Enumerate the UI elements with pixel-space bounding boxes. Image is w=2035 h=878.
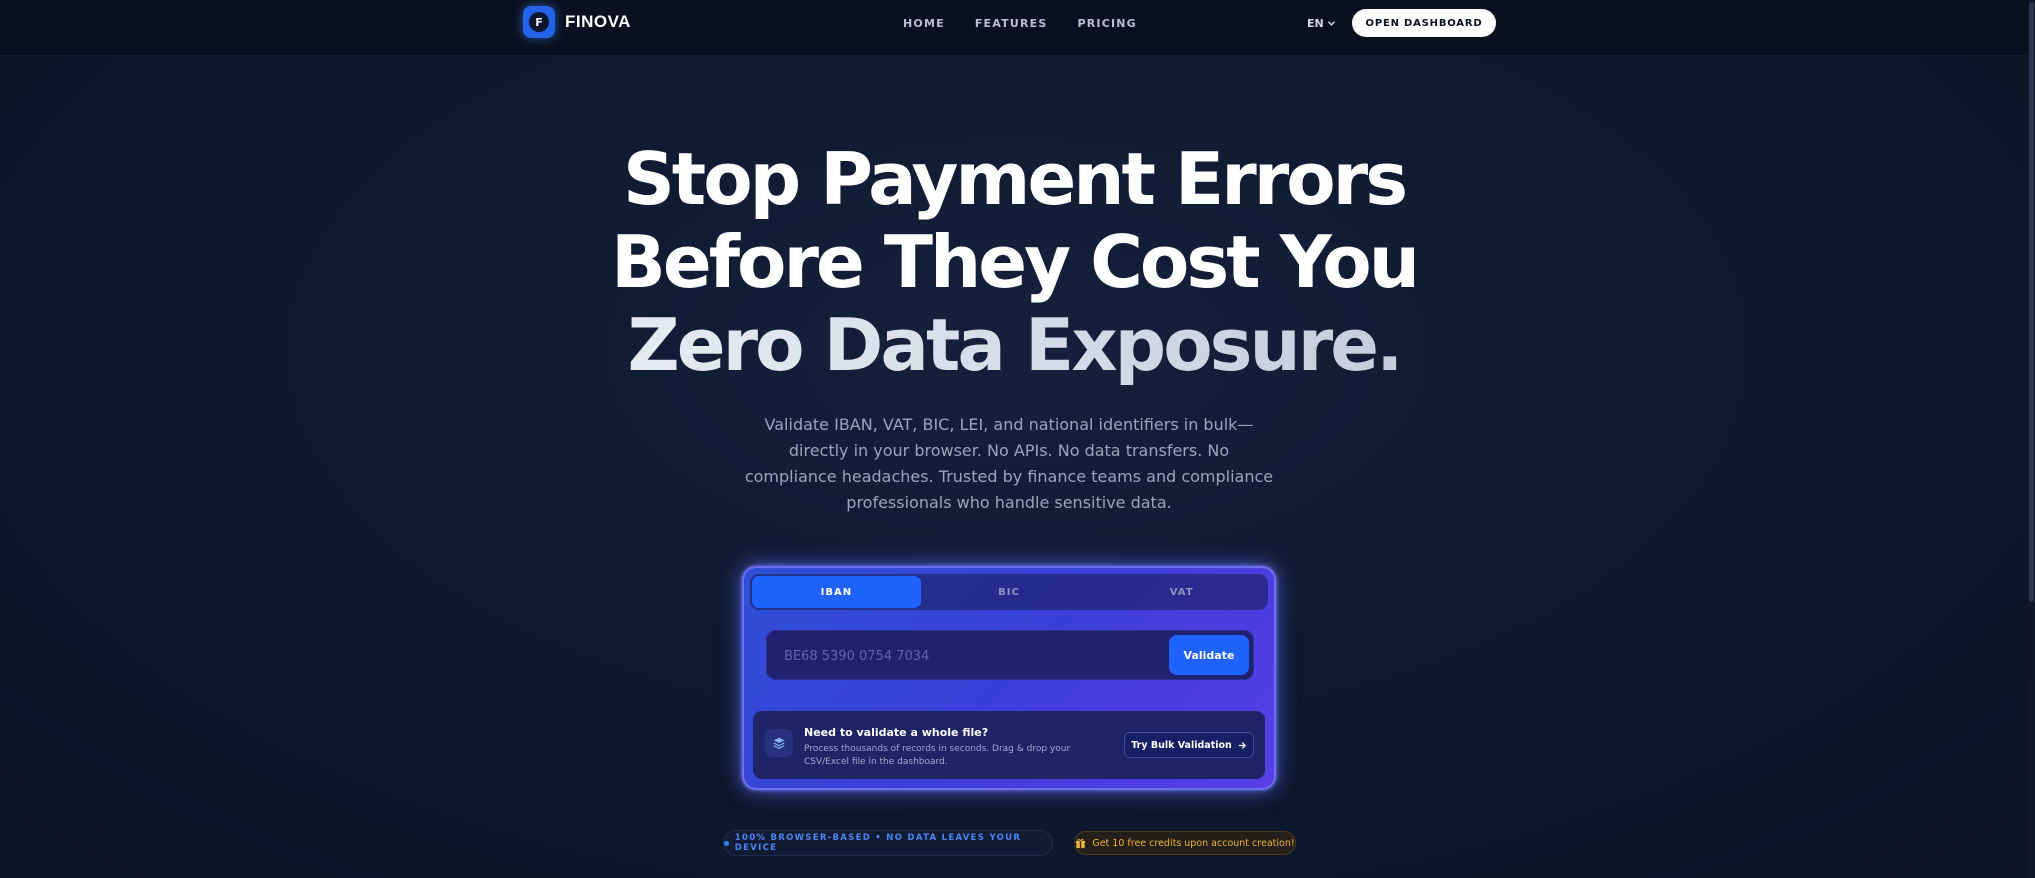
chevron-down-icon: [1327, 21, 1335, 26]
iban-input-wrapper: Validate: [766, 630, 1254, 680]
tab-vat[interactable]: VAT: [1097, 576, 1266, 608]
page-scrollbar[interactable]: [2028, 0, 2035, 878]
hero-title-line-2: Before They Cost You: [610, 220, 1420, 304]
nav-links: HOME FEATURES PRICING: [903, 17, 1137, 30]
nav-link-home[interactable]: HOME: [903, 17, 945, 30]
hero-title: Stop Payment Errors Before They Cost You…: [0, 138, 2028, 387]
top-navbar: F FINOVA HOME FEATURES PRICING EN OPEN D…: [0, 0, 2028, 56]
language-selector[interactable]: EN: [1307, 17, 1336, 30]
language-label: EN: [1307, 17, 1324, 30]
try-bulk-validation-button[interactable]: Try Bulk Validation: [1124, 732, 1254, 758]
open-dashboard-button[interactable]: OPEN DASHBOARD: [1352, 9, 1496, 37]
brand-logo[interactable]: F FINOVA: [523, 6, 631, 38]
logo-icon: F: [523, 6, 555, 38]
brand-name: FINOVA: [565, 12, 631, 31]
iban-input[interactable]: [782, 640, 1146, 672]
hero-subtitle: Validate IBAN, VAT, BIC, LEI, and nation…: [744, 415, 1274, 512]
nav-link-features[interactable]: FEATURES: [975, 17, 1048, 30]
bulk-validation-panel: Need to validate a whole file? Process t…: [753, 711, 1265, 779]
layers-icon: [765, 729, 793, 757]
gift-icon: [1076, 838, 1086, 848]
status-dot-icon: [724, 840, 729, 846]
credits-badge-text: Get 10 free credits upon account creatio…: [1092, 837, 1295, 849]
validator-card: IBAN BIC VAT Validate Need to validate a…: [742, 566, 1276, 790]
nav-link-pricing[interactable]: PRICING: [1077, 17, 1136, 30]
tab-iban[interactable]: IBAN: [752, 576, 921, 608]
hero-title-line-1: Stop Payment Errors: [622, 137, 1408, 221]
tab-bic[interactable]: BIC: [925, 576, 1094, 608]
arrow-right-icon: [1238, 741, 1246, 749]
bulk-title: Need to validate a whole file?: [804, 726, 989, 739]
hero-title-line-3: Zero Data Exposure.: [0, 304, 2028, 387]
bulk-description: Process thousands of records in seconds.…: [804, 744, 1071, 767]
bulk-button-label: Try Bulk Validation: [1131, 739, 1232, 751]
validator-tabs: IBAN BIC VAT: [750, 574, 1268, 610]
browser-badge-text: 100% BROWSER-BASED • NO DATA LEAVES YOUR…: [734, 833, 1022, 853]
free-credits-badge: Get 10 free credits upon account creatio…: [1074, 831, 1296, 855]
validate-button[interactable]: Validate: [1169, 635, 1249, 675]
scrollbar-thumb[interactable]: [2029, 2, 2034, 602]
logo-letter: F: [529, 12, 549, 32]
browser-based-badge: 100% BROWSER-BASED • NO DATA LEAVES YOUR…: [723, 830, 1053, 856]
